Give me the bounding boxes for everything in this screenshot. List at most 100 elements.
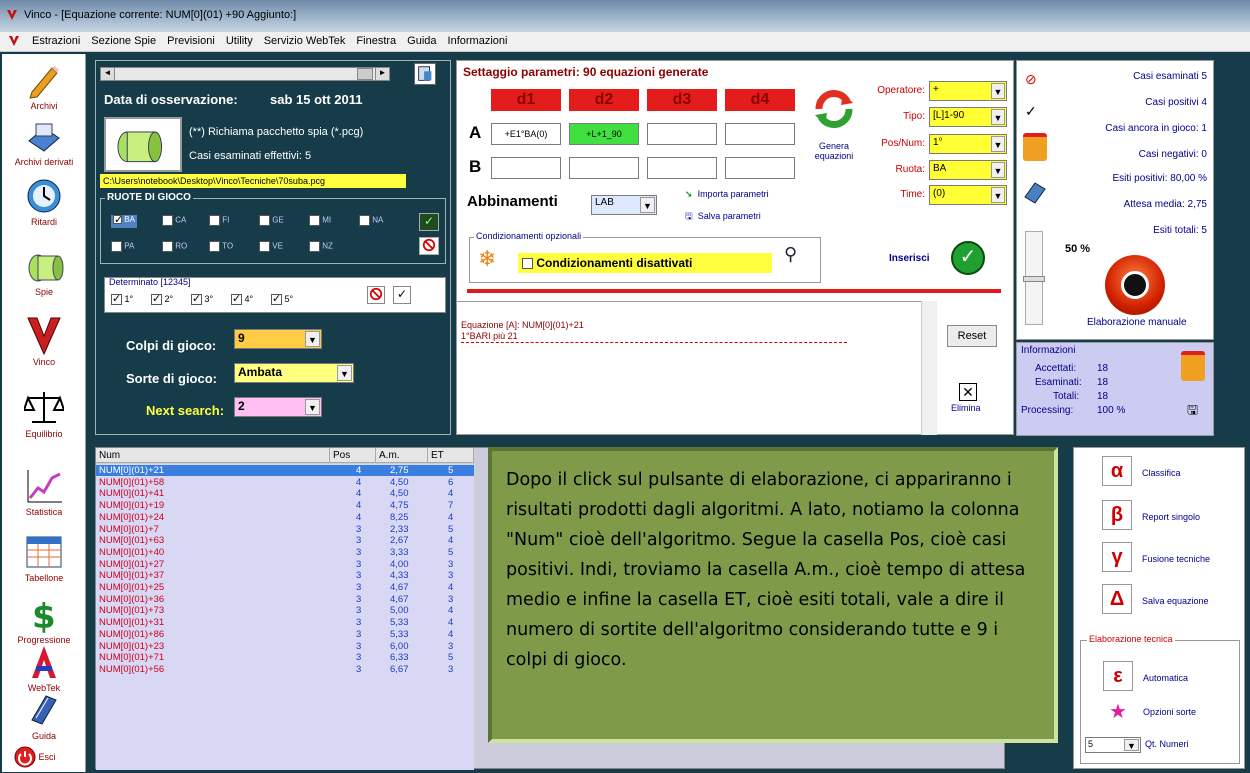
cond-toggle[interactable]: Condizionamenti disattivati — [518, 253, 772, 273]
abbinamenti-select[interactable]: LAB ▼ — [591, 195, 657, 215]
operatore-select[interactable]: + ▼ — [929, 81, 1007, 101]
next-search-select[interactable]: 2 ▼ — [234, 397, 322, 417]
ruota-ca[interactable]: CA — [162, 215, 186, 226]
classifica-button[interactable]: α — [1102, 456, 1132, 486]
determinato-5[interactable]: 5° — [271, 292, 293, 306]
qt-numeri-select[interactable]: 5 ▼ — [1085, 737, 1141, 753]
col-header-pos[interactable]: Pos — [330, 448, 376, 463]
table-row[interactable]: NUM[0](01)+23 3 6,00 3 — [96, 641, 474, 652]
ruota-select[interactable]: BA ▼ — [929, 160, 1007, 180]
cell-b-d1[interactable] — [491, 157, 561, 179]
sorte-select[interactable]: Ambata ▼ — [234, 363, 354, 383]
equation-area[interactable]: Equazione [A]: NUM[0](01)+21 1°BARI più … — [457, 301, 937, 435]
speed-slider[interactable] — [1023, 231, 1045, 325]
reset-button[interactable]: Reset — [947, 325, 997, 347]
ruota-na[interactable]: NA — [359, 215, 383, 226]
table-row[interactable]: NUM[0](01)+31 3 5,33 4 — [96, 617, 474, 628]
col-header-am[interactable]: A.m. — [376, 448, 428, 463]
table-row[interactable]: NUM[0](01)+21 4 2,75 5 — [96, 465, 474, 476]
close-icon[interactable]: ✕ — [959, 383, 977, 401]
cell-a-d2[interactable]: +L+1_90 — [569, 123, 639, 145]
sidebar-item-spie[interactable]: Spie — [2, 246, 86, 297]
sidebar-item-progressione[interactable]: $ Progressione — [2, 594, 86, 645]
salva-button[interactable]: 🖫 Salva parametri — [685, 209, 761, 225]
sidebar-item-vinco[interactable]: Vinco — [2, 316, 86, 367]
table-row[interactable]: NUM[0](01)+73 3 5,00 4 — [96, 605, 474, 616]
sidebar-item-webtek[interactable]: WebTek — [2, 642, 86, 693]
bucket-icon[interactable] — [1181, 351, 1205, 381]
slider-thumb[interactable] — [1023, 276, 1045, 282]
ruota-ba[interactable]: BA — [111, 213, 137, 228]
scroll-thumb[interactable] — [357, 68, 373, 80]
menu-estrazioni[interactable]: Estrazioni — [26, 32, 85, 47]
sidebar-item-equilibrio[interactable]: Equilibrio — [2, 388, 86, 439]
elaborazione-button[interactable] — [1105, 255, 1165, 315]
table-row[interactable]: NUM[0](01)+56 3 6,67 3 — [96, 664, 474, 675]
ruota-fi[interactable]: FI — [209, 215, 229, 226]
salva-equazione-button[interactable]: Δ — [1102, 584, 1132, 614]
select-all-ruote-button[interactable]: ✓ — [419, 213, 439, 231]
table-row[interactable]: NUM[0](01)+41 4 4,50 4 — [96, 488, 474, 499]
calendar-button[interactable] — [414, 63, 436, 85]
menu-sezione-spie[interactable]: Sezione Spie — [85, 32, 161, 47]
ruota-nz[interactable]: NZ — [309, 241, 333, 252]
menu-guida[interactable]: Guida — [401, 32, 441, 47]
posnum-select[interactable]: 1° ▼ — [929, 134, 1007, 154]
determinato-2[interactable]: 2° — [151, 292, 173, 306]
table-row[interactable]: NUM[0](01)+7 3 2,33 5 — [96, 524, 474, 535]
save-icon[interactable]: 🖫 — [1187, 401, 1198, 423]
cell-b-d4[interactable] — [725, 157, 795, 179]
tipo-select[interactable]: [L]1-90 ▼ — [929, 107, 1007, 127]
deselect-ruote-button[interactable] — [419, 237, 439, 255]
menu-informazioni[interactable]: Informazioni — [442, 32, 513, 47]
sidebar-item-archivi-derivati[interactable]: Archivi derivati — [2, 116, 86, 167]
determinato-clear-button[interactable] — [367, 286, 385, 304]
menu-previsioni[interactable]: Previsioni — [161, 32, 220, 47]
cell-a-d3[interactable] — [647, 123, 717, 145]
ruota-to[interactable]: TO — [209, 241, 233, 252]
search-icon[interactable]: ⚲ — [784, 244, 797, 265]
ruota-ro[interactable]: RO — [162, 241, 187, 252]
ruota-ge[interactable]: GE — [259, 215, 284, 226]
cell-a-d1[interactable]: +E1°BA(0) — [491, 123, 561, 145]
cell-b-d3[interactable] — [647, 157, 717, 179]
inserisci-button[interactable]: ✓ — [951, 241, 985, 275]
menu-finestra[interactable]: Finestra — [350, 32, 401, 47]
col-header-num[interactable]: Num — [96, 448, 330, 463]
table-row[interactable]: NUM[0](01)+63 3 2,67 4 — [96, 535, 474, 546]
table-row[interactable]: NUM[0](01)+27 3 4,00 3 — [96, 559, 474, 570]
scroll-right-button[interactable]: ► — [375, 68, 389, 80]
cell-b-d2[interactable] — [569, 157, 639, 179]
spy-pack-button[interactable] — [104, 117, 182, 172]
cell-a-d4[interactable] — [725, 123, 795, 145]
determinato-1[interactable]: 1° — [111, 292, 133, 306]
table-row[interactable]: NUM[0](01)+86 3 5,33 4 — [96, 629, 474, 640]
scroll-left-button[interactable]: ◄ — [101, 68, 115, 80]
table-row[interactable]: NUM[0](01)+71 3 6,33 5 — [96, 652, 474, 663]
fusione-button[interactable]: γ — [1102, 542, 1132, 572]
app-menu-icon[interactable] — [8, 35, 20, 47]
ruota-pa[interactable]: PA — [111, 241, 134, 252]
report-button[interactable]: β — [1102, 500, 1132, 530]
table-row[interactable]: NUM[0](01)+24 4 8,25 4 — [96, 512, 474, 523]
determinato-4[interactable]: 4° — [231, 292, 253, 306]
table-row[interactable]: NUM[0](01)+37 3 4,33 3 — [96, 570, 474, 581]
importa-button[interactable]: ➘ Importa parametri — [685, 189, 769, 200]
determinato-all-button[interactable]: ✓ — [393, 286, 411, 304]
ruota-mi[interactable]: MI — [309, 215, 331, 226]
table-row[interactable]: NUM[0](01)+19 4 4,75 7 — [96, 500, 474, 511]
ruota-ve[interactable]: VE — [259, 241, 283, 252]
table-row[interactable]: NUM[0](01)+40 3 3,33 5 — [96, 547, 474, 558]
time-select[interactable]: (0) ▼ — [929, 185, 1007, 205]
colpi-select[interactable]: 9 ▼ — [234, 329, 322, 349]
col-header-et[interactable]: ET — [428, 448, 474, 463]
sidebar-item-statistica[interactable]: Statistica — [2, 466, 86, 517]
date-scrollbar[interactable]: ◄ ► — [100, 67, 390, 81]
sidebar-item-archivi[interactable]: Archivi — [2, 60, 86, 111]
table-row[interactable]: NUM[0](01)+36 3 4,67 3 — [96, 594, 474, 605]
equation-scrollbar[interactable] — [921, 301, 937, 435]
star-icon[interactable]: ★ — [1109, 699, 1127, 724]
table-row[interactable]: NUM[0](01)+25 3 4,67 4 — [96, 582, 474, 593]
sidebar-item-ritardi[interactable]: Ritardi — [2, 176, 86, 227]
table-row[interactable]: NUM[0](01)+58 4 4,50 6 — [96, 477, 474, 488]
